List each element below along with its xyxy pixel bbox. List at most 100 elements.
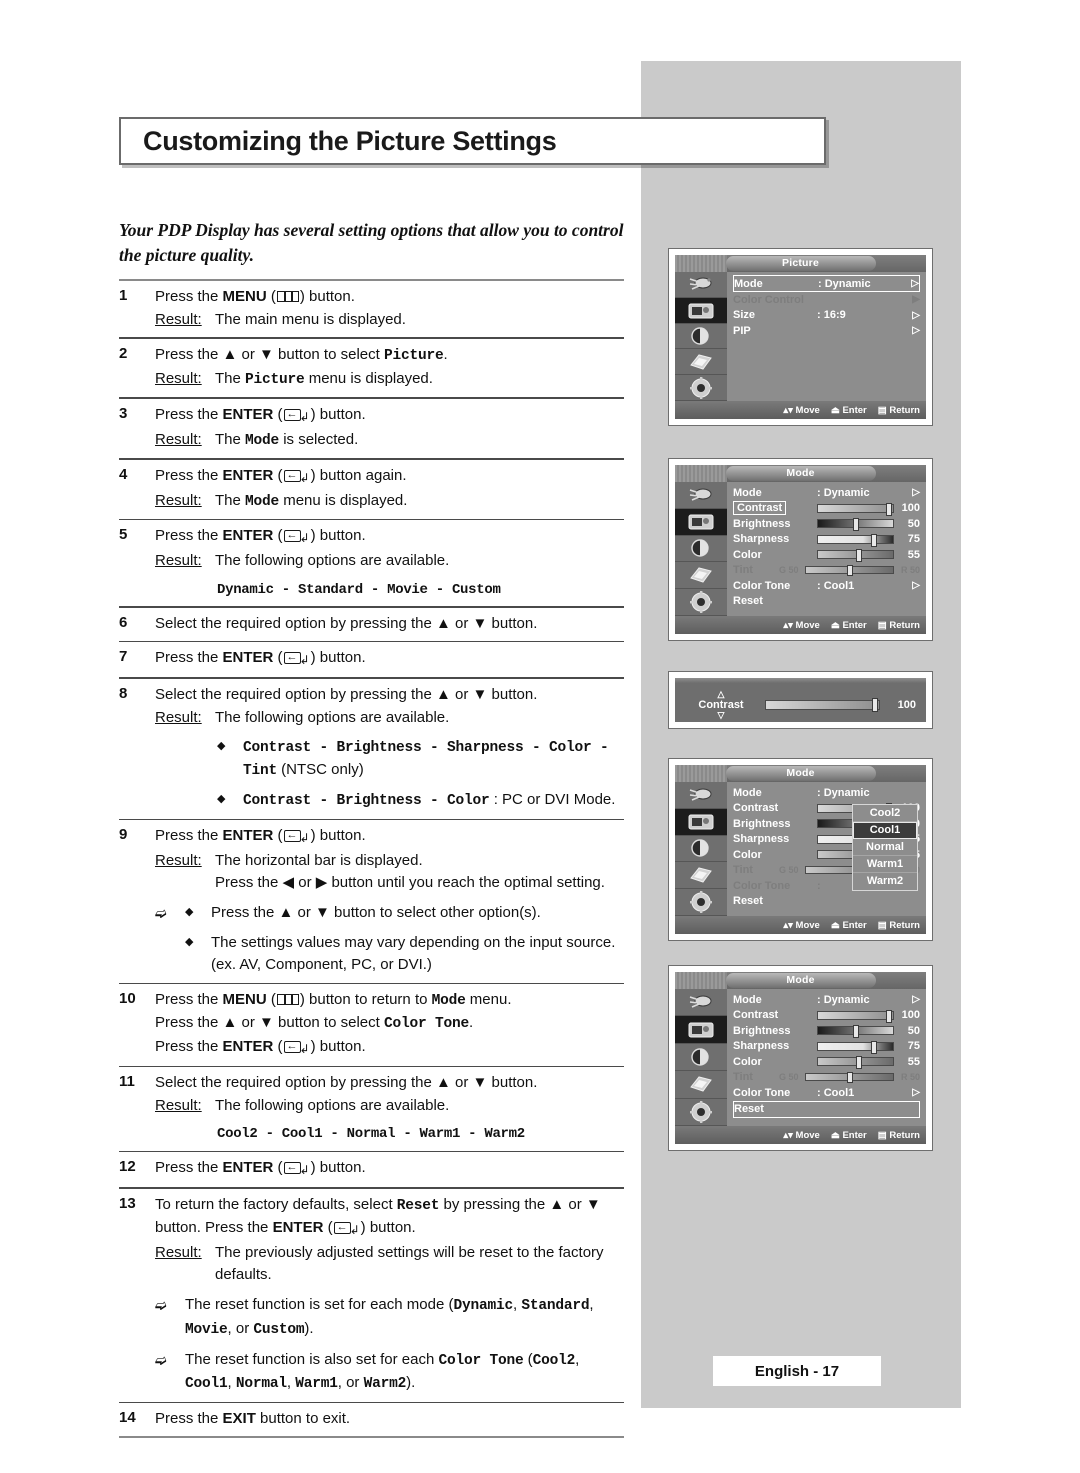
step-text: Press the bbox=[155, 827, 223, 845]
step-text: Press the ▲ or ▼ button to select bbox=[155, 345, 384, 363]
osd-row-contrast[interactable]: Contrast 100 bbox=[733, 1008, 920, 1024]
osd-move-hint: ▴▾ Move bbox=[783, 404, 820, 416]
sound-icon[interactable] bbox=[675, 536, 727, 563]
note-text: The reset function is also set for each … bbox=[185, 1349, 624, 1396]
osd-row-mode[interactable]: Mode : Dynamic ▷ bbox=[733, 275, 920, 292]
step-text: Press the ▲ or ▼ button to select bbox=[155, 1014, 384, 1032]
down-arrow-icon[interactable]: ▽ bbox=[685, 711, 757, 720]
osd-titlebar-tab bbox=[675, 465, 727, 482]
osd-row-sharpness[interactable]: Sharpness 75 bbox=[733, 532, 920, 548]
channel-icon[interactable] bbox=[675, 562, 727, 590]
slider-knob[interactable] bbox=[871, 1040, 878, 1054]
enter-button-icon: ↲ bbox=[283, 1159, 310, 1181]
picture-icon[interactable] bbox=[675, 1016, 727, 1044]
osd-slider[interactable] bbox=[817, 549, 894, 563]
channel-icon[interactable] bbox=[675, 349, 727, 376]
osd-row-label: Mode bbox=[733, 786, 762, 799]
osd-slider[interactable] bbox=[817, 1025, 894, 1039]
input-source-icon[interactable] bbox=[675, 272, 727, 298]
osd-slider[interactable] bbox=[817, 1009, 894, 1023]
osd-row-brightness[interactable]: Brightness 50 bbox=[733, 1023, 920, 1039]
contrast-control: △ Contrast ▽ bbox=[685, 690, 757, 720]
osd-row-color[interactable]: Color 55 bbox=[733, 547, 920, 563]
osd-slider[interactable] bbox=[817, 1056, 894, 1070]
exit-key-label: EXIT bbox=[222, 1410, 256, 1428]
osd-row-color-tone[interactable]: Color Tone : Cool1 ▷ bbox=[733, 578, 920, 594]
setup-icon[interactable] bbox=[675, 889, 727, 916]
dropdown-item-normal[interactable]: Normal bbox=[853, 839, 917, 856]
osd-slider[interactable] bbox=[757, 698, 888, 712]
osd-row-label: Brightness bbox=[733, 817, 791, 830]
dropdown-item-cool1[interactable]: Cool1 bbox=[853, 822, 917, 839]
picture-icon[interactable] bbox=[675, 508, 727, 536]
sound-icon[interactable] bbox=[675, 1044, 727, 1072]
osd-row-mode[interactable]: Mode : Dynamic ▷ bbox=[733, 485, 920, 501]
slider-knob[interactable] bbox=[872, 698, 878, 712]
osd-slider[interactable] bbox=[817, 518, 894, 532]
result-text: The Picture menu is displayed. bbox=[215, 368, 624, 391]
osd-row-reset[interactable]: Reset bbox=[733, 594, 920, 610]
input-source-icon[interactable] bbox=[675, 989, 727, 1017]
dropdown-item-warm2[interactable]: Warm2 bbox=[853, 873, 917, 890]
result-label: Result: bbox=[155, 1244, 202, 1262]
osd-row-sharpness[interactable]: Sharpness 75 bbox=[733, 1039, 920, 1055]
paren-close: ) button. bbox=[310, 1037, 366, 1055]
osd-row-contrast[interactable]: Contrast 100 bbox=[733, 501, 920, 517]
tint-right-label: R 50 bbox=[900, 565, 920, 576]
result-label: Result: bbox=[155, 852, 202, 870]
step-2: 2 Press the ▲ or ▼ button to select Pict… bbox=[119, 339, 624, 398]
step-1: 1 Press the MENU () button. Result: The … bbox=[119, 281, 624, 337]
osd-slider[interactable] bbox=[817, 502, 894, 516]
osd-row-pip[interactable]: PIP ▷ bbox=[733, 323, 920, 339]
slider-knob[interactable] bbox=[871, 533, 878, 547]
setup-icon[interactable] bbox=[675, 589, 727, 616]
osd-row-reset[interactable]: Reset bbox=[733, 1100, 920, 1118]
paren-open: ( bbox=[273, 649, 283, 667]
osd-row-color[interactable]: Color 55 bbox=[733, 1054, 920, 1070]
sep: , bbox=[589, 1296, 594, 1314]
result-text: The following options are available. bbox=[215, 1097, 450, 1115]
up-arrow-icon[interactable]: △ bbox=[685, 690, 757, 699]
sound-icon[interactable] bbox=[675, 324, 727, 350]
osd-row-label: Color bbox=[733, 1055, 762, 1068]
setup-icon[interactable] bbox=[675, 375, 727, 401]
osd-row-color-tone[interactable]: Color Tone : Cool1 ▷ bbox=[733, 1085, 920, 1101]
sound-icon[interactable] bbox=[675, 836, 727, 863]
step-text: To return the factory defaults, select R… bbox=[155, 1194, 624, 1241]
osd-row-mode[interactable]: Mode : Dynamic bbox=[733, 785, 920, 801]
channel-icon[interactable] bbox=[675, 1071, 727, 1099]
osd-mode-menu: Mode Mode : Dynamic ▷ Contrast 100 Brigh… bbox=[668, 458, 933, 641]
slider-knob[interactable] bbox=[852, 1025, 859, 1039]
input-source-icon[interactable] bbox=[675, 482, 727, 509]
sep: ). bbox=[304, 1319, 314, 1337]
enter-key-label: ENTER bbox=[272, 1219, 324, 1237]
osd-slider[interactable] bbox=[817, 1040, 894, 1054]
osd-row-color-control[interactable]: Color Control ▶ bbox=[733, 292, 920, 308]
slider-knob[interactable] bbox=[852, 518, 859, 532]
setup-icon[interactable] bbox=[675, 1099, 727, 1127]
diamond-bullet-icon: ◆ bbox=[217, 793, 226, 806]
step-body: Press the ENTER (↲) button. bbox=[155, 1157, 624, 1181]
color-tone-dropdown[interactable]: Cool2 Cool1 Normal Warm1 Warm2 bbox=[852, 804, 918, 891]
picture-icon[interactable] bbox=[675, 808, 727, 836]
dropdown-item-cool2[interactable]: Cool2 bbox=[853, 805, 917, 822]
osd-slider[interactable] bbox=[817, 533, 894, 547]
osd-row-brightness[interactable]: Brightness 50 bbox=[733, 516, 920, 532]
step-text: Press the bbox=[155, 1410, 223, 1428]
enter-key-label: ENTER bbox=[222, 466, 274, 484]
osd-row-label: Reset bbox=[733, 895, 763, 908]
result-suffix: menu is displayed. bbox=[304, 369, 433, 387]
slider-knob[interactable] bbox=[856, 549, 863, 563]
channel-icon[interactable] bbox=[675, 862, 727, 890]
osd-row-reset[interactable]: Reset bbox=[733, 894, 920, 910]
osd-row-mode[interactable]: Mode : Dynamic ▷ bbox=[733, 992, 920, 1008]
dropdown-item-warm1[interactable]: Warm1 bbox=[853, 856, 917, 873]
slider-knob[interactable] bbox=[886, 1009, 892, 1023]
input-source-icon[interactable] bbox=[675, 782, 727, 809]
slider-knob bbox=[846, 565, 853, 577]
osd-row-size[interactable]: Size : 16:9 ▷ bbox=[733, 308, 920, 324]
step-text: Select the required option by pressing t… bbox=[155, 1074, 538, 1092]
picture-icon[interactable] bbox=[675, 297, 727, 324]
slider-knob[interactable] bbox=[886, 502, 892, 516]
slider-knob[interactable] bbox=[856, 1056, 863, 1070]
